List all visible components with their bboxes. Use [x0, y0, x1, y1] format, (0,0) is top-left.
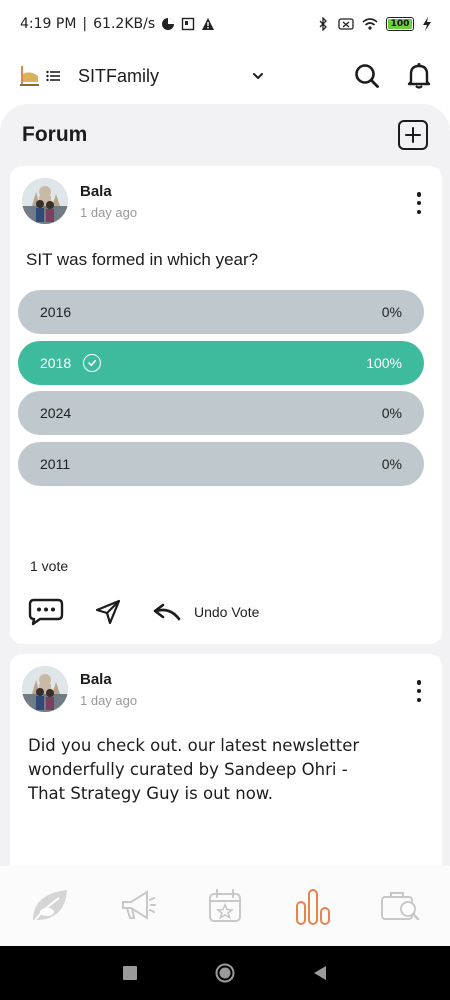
- option-percent: 0%: [381, 304, 402, 320]
- undo-vote-button[interactable]: Undo Vote: [152, 601, 259, 623]
- undo-icon: [153, 603, 181, 621]
- data-saver-icon: [162, 18, 175, 30]
- vote-count: 1 vote: [30, 558, 69, 574]
- forum-section: Forum Bala 1 day ago SIT was formed in w…: [0, 104, 450, 866]
- more-options-icon[interactable]: [416, 192, 422, 214]
- avatar[interactable]: [22, 666, 68, 712]
- screenshot-icon: [181, 17, 195, 31]
- bluetooth-icon: [319, 17, 327, 31]
- status-time: 4:19 PM: [20, 16, 77, 32]
- poll-option-2024[interactable]: 2024 0%: [18, 391, 424, 435]
- post-time: 1 day ago: [80, 204, 138, 220]
- square-icon: [123, 966, 137, 980]
- option-percent: 100%: [366, 355, 402, 371]
- recent-apps-button[interactable]: [123, 966, 137, 980]
- nav-events[interactable]: [195, 876, 255, 936]
- nav-announcements[interactable]: [107, 876, 167, 936]
- post-header: Bala 1 day ago: [22, 178, 137, 224]
- avatar[interactable]: [22, 178, 68, 224]
- poll-option-2018[interactable]: 2018 100%: [18, 341, 424, 385]
- plus-icon: [405, 127, 421, 143]
- no-sim-icon: [338, 18, 354, 30]
- avatar-photo: [22, 666, 68, 712]
- post-header: Bala 1 day ago: [22, 666, 137, 712]
- poll-option-2011[interactable]: 2011 0%: [18, 442, 424, 486]
- author-name[interactable]: Bala: [80, 671, 137, 688]
- poll-question: SIT was formed in which year?: [26, 250, 259, 269]
- system-navigation-bar: [0, 946, 450, 1000]
- charging-icon: [423, 17, 431, 31]
- home-leaf-icon: [32, 890, 67, 921]
- nav-forum[interactable]: [283, 876, 343, 936]
- author-name[interactable]: Bala: [80, 183, 137, 200]
- option-percent: 0%: [381, 456, 402, 472]
- briefcase-icon: [381, 892, 420, 921]
- nav-jobs[interactable]: [370, 876, 430, 936]
- option-percent: 0%: [381, 405, 402, 421]
- calendar-icon: [208, 889, 241, 922]
- sit-logo: [20, 66, 39, 86]
- post-actions: Undo Vote: [28, 598, 289, 626]
- status-divider: |: [82, 16, 88, 32]
- menu-icon[interactable]: [46, 69, 60, 83]
- triangle-back-icon: [314, 966, 326, 980]
- status-bar: 4:19 PM | 61.2KB/s 100: [0, 0, 450, 48]
- wifi-icon: [362, 18, 378, 30]
- add-post-button[interactable]: [398, 120, 428, 150]
- undo-vote-label: Undo Vote: [194, 604, 260, 620]
- more-options-icon[interactable]: [416, 680, 422, 702]
- search-icon[interactable]: [354, 63, 380, 89]
- chat-bubble-icon: [28, 598, 64, 626]
- post-body: Did you check out. our latest newsletter…: [28, 736, 360, 803]
- home-button[interactable]: [215, 963, 235, 983]
- app-header: SITFamily: [0, 48, 450, 104]
- option-label: 2024: [40, 405, 72, 421]
- network-speed: 61.2KB/s: [93, 16, 156, 32]
- forum-title: Forum: [22, 123, 88, 146]
- poll-option-2016[interactable]: 2016 0%: [18, 290, 424, 334]
- comment-button[interactable]: [28, 598, 64, 626]
- back-button[interactable]: [313, 965, 327, 981]
- warning-icon: [202, 18, 215, 30]
- megaphone-icon: [122, 890, 157, 920]
- send-icon: [95, 599, 121, 625]
- circle-icon: [215, 963, 235, 983]
- forum-header: Forum: [0, 104, 450, 166]
- option-label: 2018: [40, 355, 72, 371]
- battery-indicator: 100: [386, 17, 414, 31]
- forum-poll-icon: [295, 889, 330, 925]
- avatar-photo: [22, 178, 68, 224]
- option-label: 2011: [40, 456, 71, 472]
- bell-icon[interactable]: [406, 62, 432, 90]
- chevron-down-icon[interactable]: [251, 69, 265, 83]
- check-circle-icon: [83, 354, 102, 372]
- nav-home[interactable]: [20, 876, 80, 936]
- option-label: 2016: [40, 304, 72, 320]
- group-selector-label[interactable]: SITFamily: [78, 66, 159, 87]
- bottom-navigation: [0, 866, 450, 946]
- poll-post-card: Bala 1 day ago SIT was formed in which y…: [10, 166, 442, 708]
- post-time: 1 day ago: [80, 692, 138, 708]
- share-button[interactable]: [94, 598, 122, 626]
- text-post-card: Bala 1 day ago Did you check out. our la…: [10, 654, 442, 866]
